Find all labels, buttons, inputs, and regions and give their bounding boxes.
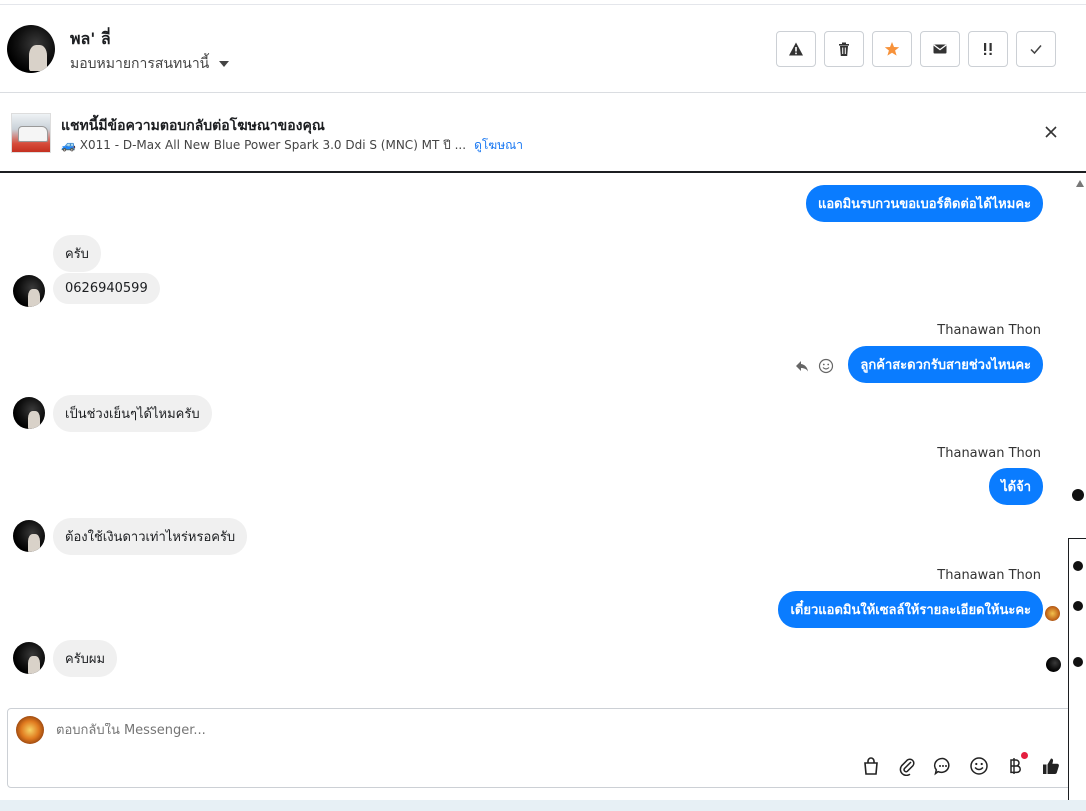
contact-avatar-small[interactable]: [13, 520, 45, 552]
caret-down-icon: [219, 61, 230, 67]
shop-button[interactable]: [860, 755, 882, 777]
sender-name: Thanawan Thon: [937, 446, 1041, 461]
message-tools: [794, 358, 834, 374]
sender-name: Thanawan Thon: [937, 568, 1041, 583]
done-button[interactable]: [1016, 31, 1056, 67]
page-avatar: [16, 716, 44, 744]
payment-button[interactable]: [1004, 752, 1028, 777]
sender-name: Thanawan Thon: [937, 323, 1041, 338]
thumbs-up-icon: [1043, 758, 1059, 774]
star-button[interactable]: [872, 31, 912, 67]
assign-conversation-dropdown[interactable]: มอบหมายการสนทนานี้: [70, 53, 230, 75]
messenger-conversation-page: พล' ลี่ มอบหมายการสนทนานี้ แชทนี้มีข้อคว…: [0, 0, 1086, 811]
saved-replies-button[interactable]: [932, 755, 954, 777]
ad-banner-title: แชทนี้มีข้อความตอบกลับต่อโฆษณาของคุณ: [61, 118, 325, 134]
view-ad-link[interactable]: ดูโฆษณา: [474, 136, 523, 155]
composer-tools: [860, 752, 1062, 777]
unread-button[interactable]: [920, 31, 960, 67]
ad-text: 🚙 X011 - D-Max All New Blue Power Spark …: [61, 138, 467, 152]
follow-up-button[interactable]: [968, 31, 1008, 67]
trash-icon: [839, 42, 849, 56]
spam-button[interactable]: [776, 31, 816, 67]
message-incoming[interactable]: เป็นช่วงเย็นๆได้ไหมครับ: [53, 395, 212, 432]
edge-avatar: [1073, 601, 1083, 611]
side-panel-edge: [1068, 538, 1086, 811]
edge-avatar: [1073, 657, 1083, 667]
exclamation-icon: [984, 43, 992, 55]
contact-name[interactable]: พล' ลี่: [70, 27, 111, 52]
seen-indicator-avatar: [1045, 606, 1060, 621]
message-incoming[interactable]: ครับ: [53, 235, 101, 272]
message-outgoing[interactable]: ได้จ้า: [989, 468, 1043, 505]
check-icon: [1030, 45, 1042, 55]
ad-thumbnail[interactable]: [11, 113, 51, 153]
delete-button[interactable]: [824, 31, 864, 67]
close-icon[interactable]: [1042, 123, 1060, 141]
edge-avatar: [1072, 489, 1084, 501]
conversation-header: พล' ลี่ มอบหมายการสนทนานี้: [0, 4, 1086, 93]
warning-icon: [789, 42, 803, 56]
message-thread[interactable]: แอดมินรบกวนขอเบอร์ติดต่อได้ไหมคะ ครับ 06…: [0, 175, 1070, 694]
message-incoming[interactable]: ต้องใช้เงินดาวเท่าไหร่หรอครับ: [53, 518, 248, 555]
emoji-button[interactable]: [968, 755, 990, 777]
attach-button[interactable]: [896, 755, 918, 777]
envelope-icon: [933, 44, 947, 54]
ad-banner-subtitle: 🚙 X011 - D-Max All New Blue Power Spark …: [61, 136, 523, 155]
star-icon: [884, 42, 900, 56]
message-outgoing[interactable]: เดี๋ยวแอดมินให้เซลล์ให้รายละเอียดให้นะคะ: [778, 591, 1043, 628]
reply-icon[interactable]: [794, 358, 810, 374]
message-incoming[interactable]: 0626940599: [53, 273, 160, 304]
reply-composer: [7, 708, 1077, 788]
assign-label: มอบหมายการสนทนานี้: [70, 56, 210, 72]
bottom-strip: [0, 800, 1086, 811]
read-receipt-avatar: [1046, 657, 1061, 672]
smiley-icon: [970, 757, 988, 775]
message-incoming[interactable]: ครับผม: [53, 640, 118, 677]
contact-avatar-small[interactable]: [13, 275, 45, 307]
contact-avatar[interactable]: [7, 25, 55, 73]
shopping-bag-icon: [864, 757, 878, 775]
like-button[interactable]: [1040, 755, 1062, 777]
paperclip-icon: [899, 758, 915, 776]
edge-avatar: [1073, 561, 1083, 571]
scroll-up-arrow-icon[interactable]: [1076, 180, 1084, 187]
message-outgoing[interactable]: ลูกค้าสะดวกรับสายช่วงไหนคะ: [848, 346, 1043, 383]
contact-avatar-small[interactable]: [13, 642, 45, 674]
contact-avatar-small[interactable]: [13, 397, 45, 429]
emoji-react-icon[interactable]: [818, 358, 834, 374]
header-actions: [776, 31, 1056, 67]
notification-dot: [1021, 752, 1028, 759]
chat-bubble-icon: [933, 757, 950, 776]
baht-icon: [1010, 758, 1021, 774]
ad-reply-banner: แชทนี้มีข้อความตอบกลับต่อโฆษณาของคุณ 🚙 X…: [0, 93, 1086, 173]
reply-input[interactable]: [56, 723, 656, 738]
message-outgoing[interactable]: แอดมินรบกวนขอเบอร์ติดต่อได้ไหมคะ: [805, 185, 1043, 222]
